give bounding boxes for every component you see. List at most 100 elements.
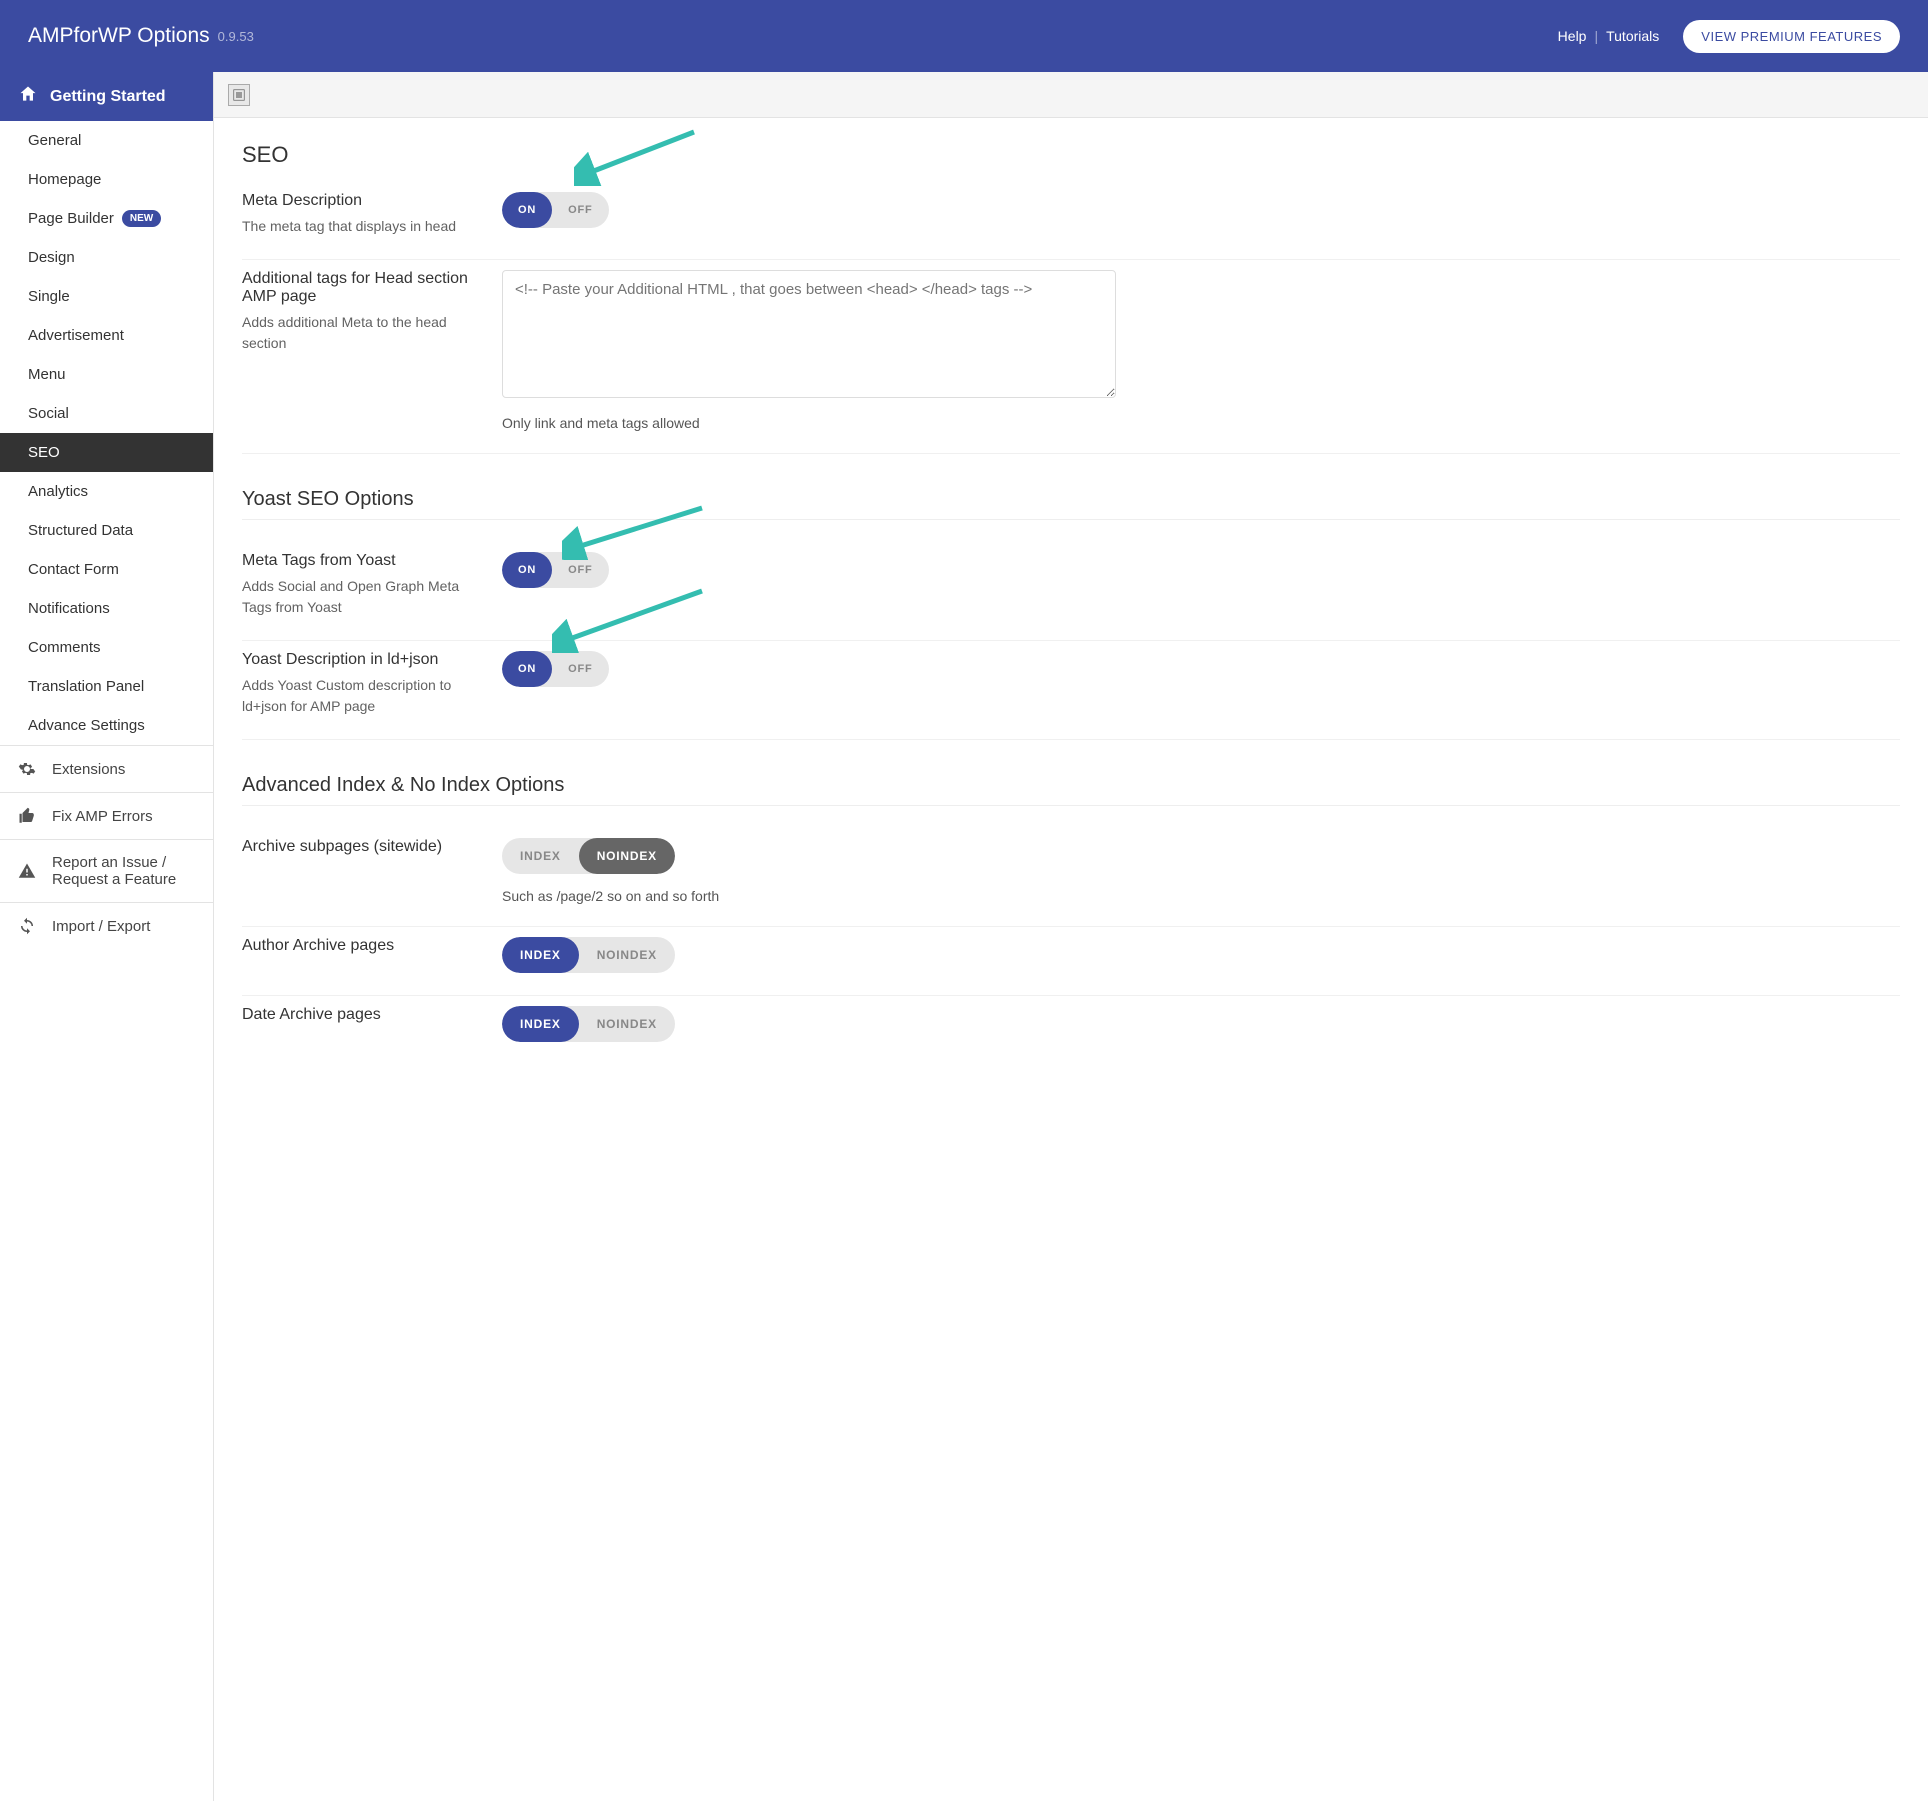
toggle-on[interactable]: ON: [502, 192, 552, 228]
toggle-on[interactable]: ON: [502, 651, 552, 687]
sidebar-item-translation-panel[interactable]: Translation Panel: [0, 667, 213, 706]
meta-description-label: Meta Description: [242, 192, 482, 210]
toggle-on[interactable]: ON: [502, 552, 552, 588]
sidebar-item-general[interactable]: General: [0, 121, 213, 160]
sidebar-item-menu[interactable]: Menu: [0, 355, 213, 394]
help-link[interactable]: Help: [1558, 28, 1587, 44]
sidebar-item-single[interactable]: Single: [0, 277, 213, 316]
gear-icon: [18, 760, 36, 778]
sidebar-item-comments[interactable]: Comments: [0, 628, 213, 667]
yoast-ldjson-toggle[interactable]: ON OFF: [502, 651, 609, 687]
toggle-index[interactable]: INDEX: [502, 1006, 579, 1042]
toggle-noindex[interactable]: NOINDEX: [579, 838, 675, 874]
yoast-ldjson-desc: Adds Yoast Custom description to ld+json…: [242, 675, 482, 717]
content-panel: SEO Meta Description The meta tag that d…: [214, 72, 1928, 1801]
sidebar-secondary-import-export[interactable]: Import / Export: [0, 902, 213, 949]
sidebar-item-structured-data[interactable]: Structured Data: [0, 511, 213, 550]
toggle-index[interactable]: INDEX: [502, 937, 579, 973]
yoast-ldjson-label: Yoast Description in ld+json: [242, 651, 482, 669]
head-tags-desc: Adds additional Meta to the head section: [242, 312, 482, 354]
sidebar-secondary-fix-amp-errors[interactable]: Fix AMP Errors: [0, 792, 213, 839]
section-title-yoast: Yoast SEO Options: [242, 488, 1900, 511]
sidebar-item-label: Menu: [28, 366, 66, 383]
sidebar-item-label: General: [28, 132, 81, 149]
sidebar-item-label: Single: [28, 288, 70, 305]
head-tags-label: Additional tags for Head section AMP pag…: [242, 270, 482, 306]
sidebar-item-label: Structured Data: [28, 522, 133, 539]
archive-subpages-hint: Such as /page/2 so on and so forth: [502, 888, 1900, 904]
sidebar-item-page-builder[interactable]: Page Builder NEW: [0, 199, 213, 238]
sidebar-getting-started[interactable]: Getting Started: [0, 72, 213, 121]
thumb-icon: [18, 807, 36, 825]
new-badge: NEW: [122, 210, 161, 227]
sidebar-item-label: Analytics: [28, 483, 88, 500]
sidebar-item-label: Notifications: [28, 600, 110, 617]
app-version: 0.9.53: [218, 29, 254, 44]
sidebar-secondary-label: Extensions: [52, 761, 125, 778]
yoast-meta-label: Meta Tags from Yoast: [242, 552, 482, 570]
option-date-archive: Date Archive pages INDEX NOINDEX: [242, 996, 1900, 1064]
sidebar-item-label: SEO: [28, 444, 60, 461]
sidebar-item-label: Advertisement: [28, 327, 124, 344]
app-title: AMPforWP Options: [28, 24, 210, 48]
archive-subpages-label: Archive subpages (sitewide): [242, 838, 482, 856]
head-tags-hint: Only link and meta tags allowed: [502, 415, 1900, 431]
toggle-off[interactable]: OFF: [552, 651, 608, 687]
sidebar-item-homepage[interactable]: Homepage: [0, 160, 213, 199]
sidebar: Getting Started General Homepage Page Buil…: [0, 72, 214, 1801]
toggle-noindex[interactable]: NOINDEX: [579, 937, 675, 973]
section-title-seo: SEO: [242, 142, 1900, 168]
sidebar-item-notifications[interactable]: Notifications: [0, 589, 213, 628]
archive-subpages-toggle[interactable]: INDEX NOINDEX: [502, 838, 675, 874]
author-archive-label: Author Archive pages: [242, 937, 482, 955]
toggle-noindex[interactable]: NOINDEX: [579, 1006, 675, 1042]
sidebar-item-contact-form[interactable]: Contact Form: [0, 550, 213, 589]
sidebar-item-social[interactable]: Social: [0, 394, 213, 433]
sidebar-item-label: Page Builder: [28, 210, 114, 227]
meta-description-toggle[interactable]: ON OFF: [502, 192, 609, 228]
sidebar-secondary-report-an-issue-request-a-feature[interactable]: Report an Issue / Request a Feature: [0, 839, 213, 902]
date-archive-toggle[interactable]: INDEX NOINDEX: [502, 1006, 675, 1042]
sidebar-item-label: Design: [28, 249, 75, 266]
tutorials-link[interactable]: Tutorials: [1606, 28, 1659, 44]
sidebar-item-label: Social: [28, 405, 69, 422]
date-archive-label: Date Archive pages: [242, 1006, 482, 1024]
sidebar-secondary-extensions[interactable]: Extensions: [0, 745, 213, 792]
section-title-advanced: Advanced Index & No Index Options: [242, 774, 1900, 797]
sidebar-item-advertisement[interactable]: Advertisement: [0, 316, 213, 355]
sidebar-item-analytics[interactable]: Analytics: [0, 472, 213, 511]
option-meta-description: Meta Description The meta tag that displ…: [242, 182, 1900, 260]
head-tags-textarea[interactable]: [502, 270, 1116, 398]
sidebar-item-label: Homepage: [28, 171, 101, 188]
option-archive-subpages: Archive subpages (sitewide) INDEX NOINDE…: [242, 828, 1900, 927]
warn-icon: [18, 862, 36, 880]
sidebar-item-design[interactable]: Design: [0, 238, 213, 277]
content-toolbar: [214, 72, 1928, 118]
expand-all-button[interactable]: [228, 84, 250, 106]
home-icon: [18, 84, 38, 109]
sidebar-item-label: Advance Settings: [28, 717, 145, 734]
yoast-meta-desc: Adds Social and Open Graph Meta Tags fro…: [242, 576, 482, 618]
sidebar-item-advance-settings[interactable]: Advance Settings: [0, 706, 213, 745]
yoast-meta-toggle[interactable]: ON OFF: [502, 552, 609, 588]
toggle-off[interactable]: OFF: [552, 192, 608, 228]
option-yoast-ldjson: Yoast Description in ld+json Adds Yoast …: [242, 641, 1900, 740]
option-additional-head-tags: Additional tags for Head section AMP pag…: [242, 260, 1900, 454]
sidebar-secondary-label: Fix AMP Errors: [52, 808, 153, 825]
sidebar-secondary-label: Report an Issue / Request a Feature: [52, 854, 199, 888]
sidebar-item-label: Comments: [28, 639, 101, 656]
app-header: AMPforWP Options 0.9.53 Help | Tutorials…: [0, 0, 1928, 72]
sync-icon: [18, 917, 36, 935]
meta-description-desc: The meta tag that displays in head: [242, 216, 482, 237]
toggle-index[interactable]: INDEX: [502, 838, 579, 874]
toggle-off[interactable]: OFF: [552, 552, 608, 588]
author-archive-toggle[interactable]: INDEX NOINDEX: [502, 937, 675, 973]
sidebar-secondary-label: Import / Export: [52, 918, 150, 935]
sidebar-item-label: Translation Panel: [28, 678, 144, 695]
option-yoast-meta-tags: Meta Tags from Yoast Adds Social and Ope…: [242, 542, 1900, 641]
sidebar-item-label: Contact Form: [28, 561, 119, 578]
option-author-archive: Author Archive pages INDEX NOINDEX: [242, 927, 1900, 996]
view-premium-button[interactable]: VIEW PREMIUM FEATURES: [1683, 20, 1900, 53]
getting-started-label: Getting Started: [50, 88, 166, 106]
sidebar-item-seo[interactable]: SEO: [0, 433, 213, 472]
